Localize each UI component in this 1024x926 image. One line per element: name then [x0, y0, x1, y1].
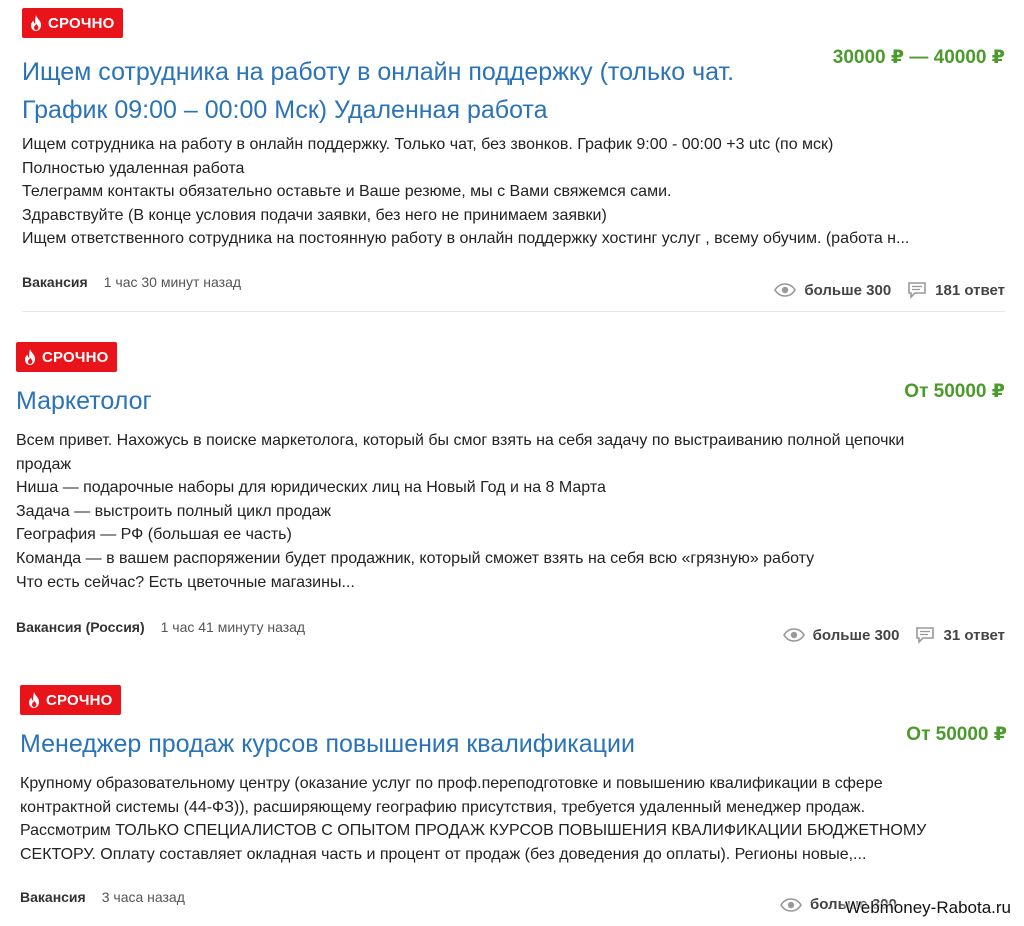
description-line: Полностью удаленная работа	[22, 159, 245, 177]
urgent-badge: СРОЧНО	[22, 8, 123, 38]
vacancy-type: Вакансия (Россия)	[16, 619, 145, 635]
description-line: Задача — выстроить полный цикл продаж	[16, 502, 332, 520]
vacancy-description: Всем привет. Нахожусь в поиске маркетоло…	[16, 429, 1001, 594]
description-line: СЕКТОРУ. Оплату составляет окладная част…	[20, 845, 867, 863]
title-line: График 09:00 – 00:00 Мск) Удаленная рабо…	[22, 96, 548, 124]
urgent-badge: СРОЧНО	[16, 342, 117, 372]
description-line: Телеграмм контакты обязательно оставьте …	[22, 183, 672, 201]
title-line: Ищем сотрудника на работу в онлайн подде…	[22, 58, 735, 86]
description-line: Крупному образовательному центру (оказан…	[20, 775, 883, 792]
description-line: Ищем сотрудника на работу в онлайн подде…	[22, 136, 834, 153]
vacancy-card: СРОЧНО Менеджер продаж курсов повышения …	[20, 685, 1007, 926]
description-line: контрактной системы (44-ФЗ)), расширяюще…	[20, 798, 866, 816]
vacancy-title-link[interactable]: Менеджер продаж курсов повышения квалифи…	[20, 725, 810, 763]
vacancy-meta: Вакансия 3 часа назад	[20, 889, 185, 905]
vacancy-meta: Вакансия (Россия) 1 час 41 минуту назад	[16, 619, 305, 635]
vacancy-title-link[interactable]: Ищем сотрудника на работу в онлайн подде…	[22, 53, 812, 129]
replies-count[interactable]: 181 ответ	[935, 282, 1005, 299]
description-line: Ниша — подарочные наборы для юридических…	[16, 479, 606, 497]
fire-icon	[25, 349, 35, 365]
vacancy-meta: Вакансия 1 час 30 минут назад	[22, 274, 241, 290]
vacancy-title-link[interactable]: Маркетолог	[16, 382, 806, 420]
description-line: Рассмотрим ТОЛЬКО СПЕЦИАЛИСТОВ С ОПЫТОМ …	[20, 822, 927, 840]
urgent-badge-label: СРОЧНО	[46, 691, 113, 709]
replies-count[interactable]: 31 ответ	[943, 627, 1005, 644]
description-line: Команда — в вашем распоряжении будет про…	[16, 549, 815, 567]
eye-icon	[780, 897, 802, 912]
salary: От 50000 ₽	[906, 724, 1007, 745]
title-line: Маркетолог	[16, 387, 152, 415]
post-time: 3 часа назад	[101, 889, 185, 905]
eye-icon	[774, 283, 797, 297]
post-time: 1 час 30 минут назад	[103, 274, 242, 290]
description-line: Что есть сейчас? Есть цветочные магазины…	[16, 573, 355, 591]
salary: От 50000 ₽	[904, 381, 1005, 402]
vacancy-card: СРОЧНО Ищем сотрудника на работу в онлай…	[22, 8, 1005, 312]
salary: 30000 ₽ — 40000 ₽	[832, 47, 1005, 68]
title-line: Менеджер продаж курсов повышения квалифи…	[20, 730, 635, 758]
vacancy-type: Вакансия	[22, 274, 88, 290]
description-line: Ищем ответственного сотрудника на постоя…	[22, 230, 910, 248]
fire-icon	[31, 15, 41, 31]
site-watermark: Webmoney-Rabota.ru	[845, 898, 1011, 917]
description-line: География — РФ (большая ее часть)	[16, 526, 292, 544]
vacancy-stats: больше 300 31 ответ	[782, 626, 1005, 644]
views-count: больше 300	[812, 626, 900, 644]
urgent-badge-label: СРОЧНО	[42, 348, 109, 366]
vacancy-description: Ищем сотрудника на работу в онлайн подде…	[22, 133, 1007, 251]
vacancy-type: Вакансия	[20, 889, 86, 905]
description-line: продаж	[16, 455, 72, 473]
comment-icon	[916, 627, 935, 644]
post-time: 1 час 41 минуту назад	[160, 619, 306, 635]
urgent-badge: СРОЧНО	[20, 685, 121, 715]
vacancy-description: Крупному образовательному центру (оказан…	[20, 772, 1005, 866]
vacancy-stats: больше 300 181 ответ	[774, 281, 1005, 299]
comment-icon	[908, 282, 926, 299]
fire-icon	[29, 692, 39, 708]
eye-icon	[782, 628, 805, 642]
description-line: Всем привет. Нахожусь в поиске маркетоло…	[16, 432, 905, 449]
urgent-badge-label: СРОЧНО	[48, 14, 115, 32]
description-line: Здравствуйте (В конце условия подачи зая…	[22, 206, 607, 224]
views-count: больше 300	[804, 281, 892, 299]
vacancy-card: СРОЧНО Маркетолог От 50000 ₽ Всем привет…	[16, 342, 1005, 652]
